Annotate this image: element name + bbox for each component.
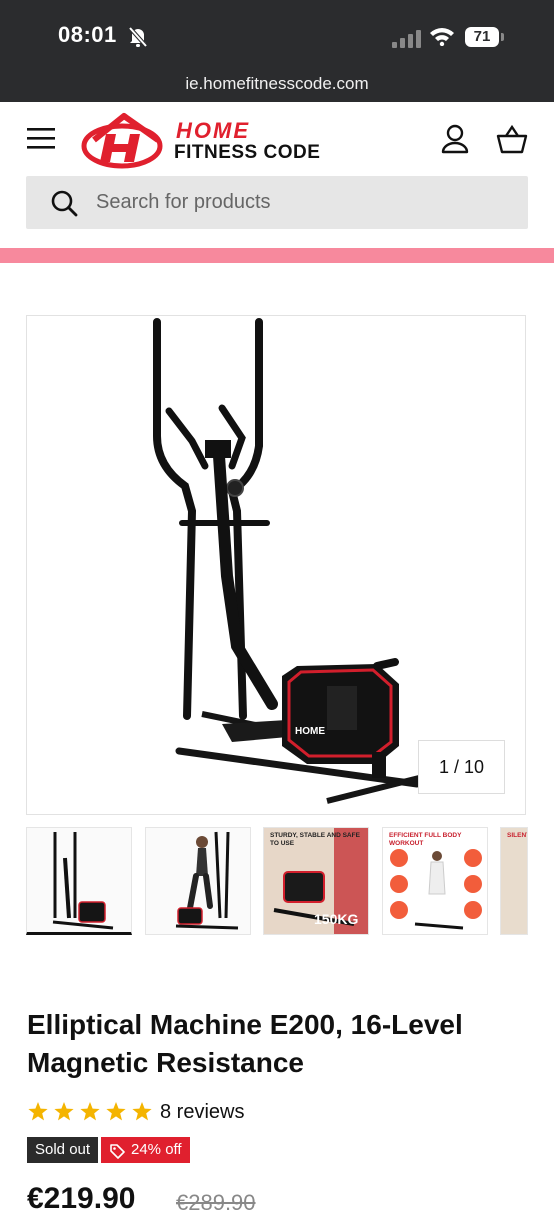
- compare-price: €289.90: [176, 1190, 256, 1215]
- menu-icon[interactable]: [27, 126, 55, 150]
- sold-out-badge: Sold out: [27, 1137, 99, 1163]
- status-bar: 08:01 71 ie.homefitnesscode.com: [0, 0, 554, 102]
- thumbnail-caption: SILENT: [507, 832, 528, 839]
- thumbnail-1[interactable]: [26, 827, 132, 935]
- reviews-link[interactable]: 8 reviews: [160, 1101, 244, 1124]
- rating-stars[interactable]: [27, 1101, 155, 1128]
- site-logo[interactable]: HOME FITNESS CODE: [80, 112, 340, 172]
- bell-slash-icon: [128, 26, 148, 48]
- thumbnail-3[interactable]: 150KG STURDY, STABLE AND SAFE TO USE: [263, 827, 369, 935]
- search-input[interactable]: Search for products: [26, 176, 528, 229]
- thumbnail-caption: EFFICIENT FULL BODY WORKOUT: [389, 832, 462, 847]
- weight-label: 150KG: [314, 911, 358, 927]
- account-icon[interactable]: [441, 124, 469, 154]
- thumbnail-image: [175, 831, 239, 930]
- thumbnail-2[interactable]: [145, 827, 251, 935]
- search-icon: [51, 190, 78, 217]
- tag-icon: [110, 1144, 125, 1159]
- cart-icon[interactable]: [496, 124, 528, 154]
- image-counter: 1 / 10: [418, 740, 505, 794]
- svg-text:HOME: HOME: [295, 726, 325, 737]
- star-icon: [28, 1102, 152, 1121]
- status-time: 08:01: [58, 22, 117, 47]
- logo-text-home: HOME: [176, 118, 250, 143]
- thumbnail-5[interactable]: SILENT: [500, 827, 528, 935]
- thumbnail-4[interactable]: EFFICIENT FULL BODY WORKOUT: [382, 827, 488, 935]
- thumbnail-image: [52, 832, 114, 930]
- thumbnail-caption: STURDY, STABLE AND SAFE TO USE: [270, 832, 360, 847]
- url-bar[interactable]: ie.homefitnesscode.com: [0, 74, 554, 94]
- battery-icon: 71: [465, 27, 499, 47]
- announcement-bar: [0, 248, 554, 263]
- search-placeholder: Search for products: [96, 191, 271, 213]
- product-title: Elliptical Machine E200, 16-Level Magnet…: [27, 1009, 463, 1078]
- signal-icon: [392, 30, 421, 48]
- logo-mark-icon: [81, 113, 163, 169]
- sale-price: €219.90: [27, 1182, 136, 1215]
- logo-text-fitness-code: FITNESS CODE: [174, 142, 321, 163]
- wifi-icon: [430, 28, 454, 46]
- battery-nub: [501, 33, 504, 41]
